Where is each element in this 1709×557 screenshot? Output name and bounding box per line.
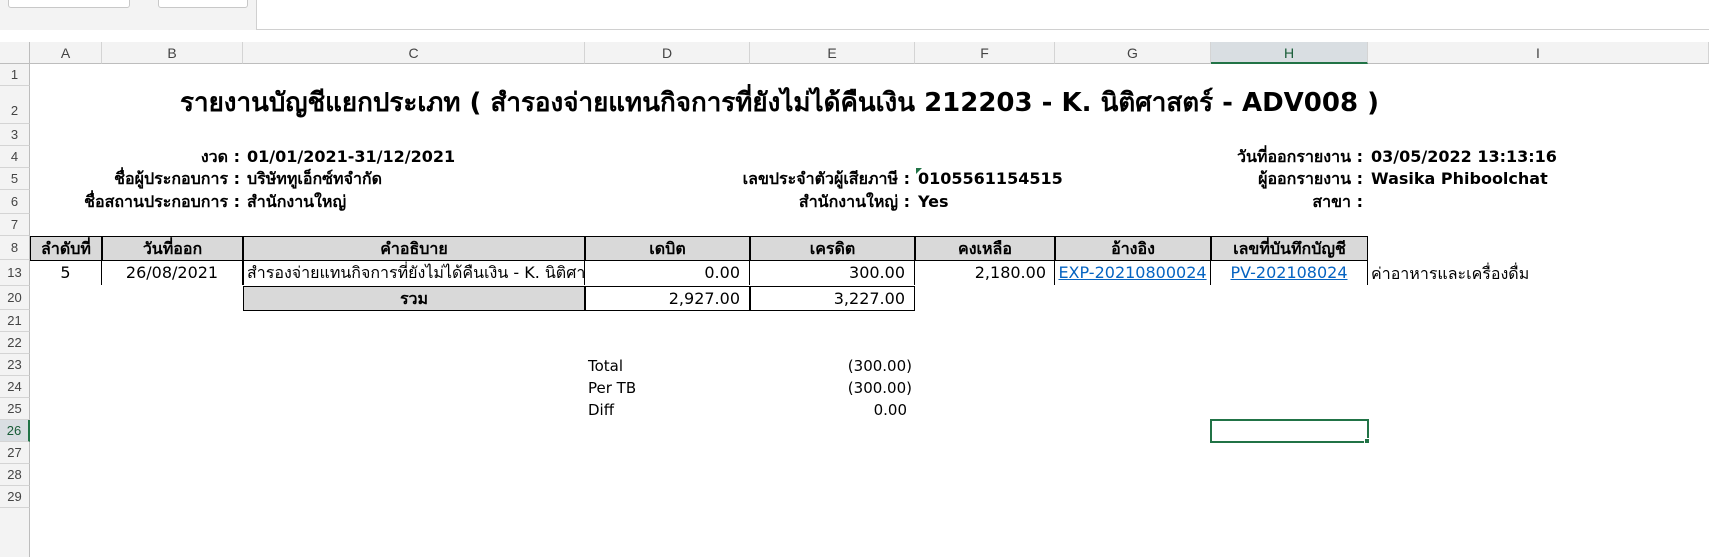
period-label: งวด :	[200, 147, 240, 166]
table-header-credit: เครดิต	[750, 236, 915, 261]
table-header-date: วันที่ออก	[102, 236, 243, 261]
row-header-22[interactable]: 22	[0, 332, 30, 354]
table-header-no: ลำดับที่	[30, 236, 102, 261]
row-header-5[interactable]: 5	[0, 168, 30, 190]
check-total-label: Total	[588, 357, 624, 375]
row-header-3[interactable]: 3	[0, 124, 30, 146]
row-description[interactable]: สำรองจ่ายแทนกิจการที่ยังไม่ได้คืนเงิน - …	[243, 261, 585, 285]
total-debit[interactable]: 2,927.00	[585, 286, 750, 311]
hq-label: สำนักงานใหญ่ :	[798, 192, 910, 211]
table-header-description: คำอธิบาย	[243, 236, 585, 261]
column-header-g[interactable]: G	[1055, 42, 1211, 64]
fx-box[interactable]	[158, 0, 248, 8]
row-header-28[interactable]: 28	[0, 464, 30, 486]
branch-value: สำนักงานใหญ่	[247, 192, 347, 211]
table-header-balance: คงเหลือ	[915, 236, 1055, 261]
report-title: รายงานบัญชีแยกประเภท ( สำรองจ่ายแทนกิจกา…	[180, 88, 1379, 118]
taxid-value: 0105561154515	[918, 169, 1063, 188]
row-header-1[interactable]: 1	[0, 64, 30, 86]
column-header-e[interactable]: E	[750, 42, 915, 64]
table-header-reference: อ้างอิง	[1055, 236, 1211, 261]
fill-handle[interactable]	[1364, 438, 1370, 444]
row-header-4[interactable]: 4	[0, 146, 30, 168]
column-header-d[interactable]: D	[585, 42, 750, 64]
check-pertb-label: Per TB	[588, 379, 637, 397]
check-diff-value[interactable]: 0.00	[750, 399, 907, 421]
row-no[interactable]: 5	[30, 261, 102, 285]
row-credit[interactable]: 300.00	[750, 261, 915, 285]
column-header-c[interactable]: C	[243, 42, 585, 64]
check-pertb-value[interactable]: (300.00)	[750, 377, 912, 399]
column-header-a[interactable]: A	[30, 42, 102, 64]
row-header-21[interactable]: 21	[0, 310, 30, 332]
issue-date-label: วันที่ออกรายงาน :	[1236, 147, 1363, 166]
error-indicator-icon	[916, 168, 922, 174]
row-header-23[interactable]: 23	[0, 354, 30, 376]
taxid-label: เลขประจำตัวผู้เสียภาษี :	[742, 169, 910, 188]
company-label: ชื่อผู้ประกอบการ :	[114, 169, 240, 188]
subbranch-label: สาขา :	[1312, 192, 1363, 211]
row-header-8[interactable]: 8	[0, 236, 30, 260]
company-value: บริษัททูเอ็กซ์ทจำกัด	[247, 169, 382, 188]
active-cell-selection[interactable]	[1210, 419, 1369, 443]
row-header-26[interactable]: 26	[0, 420, 30, 442]
row-note[interactable]: ค่าอาหารและเครื่องดื่ม	[1371, 262, 1529, 286]
table-row: 5 26/08/2021 สำรองจ่ายแทนกิจการที่ยังไม่…	[30, 260, 1368, 286]
issuer-label: ผู้ออกรายงาน :	[1258, 169, 1363, 188]
row-header-20[interactable]: 20	[0, 286, 30, 310]
name-box[interactable]	[8, 0, 130, 8]
row-header-7[interactable]: 7	[0, 214, 30, 236]
column-header-b[interactable]: B	[102, 42, 243, 64]
issuer-value: Wasika Phiboolchat	[1371, 169, 1548, 188]
column-header-h[interactable]: H	[1211, 42, 1368, 64]
period-value: 01/01/2021-31/12/2021	[247, 147, 456, 166]
row-date[interactable]: 26/08/2021	[102, 261, 243, 285]
table-header-debit: เดบิต	[585, 236, 750, 261]
branch-label: ชื่อสถานประกอบการ :	[84, 192, 240, 211]
total-label: รวม	[243, 286, 585, 311]
row-header-25[interactable]: 25	[0, 398, 30, 420]
row-header-24[interactable]: 24	[0, 376, 30, 398]
row-debit[interactable]: 0.00	[585, 261, 750, 285]
row-header-27[interactable]: 27	[0, 442, 30, 464]
row-header-2[interactable]: 2	[0, 86, 30, 124]
total-credit[interactable]: 3,227.00	[750, 286, 915, 311]
issue-date-value: 03/05/2022 13:13:16	[1371, 147, 1557, 166]
row-header-29[interactable]: 29	[0, 486, 30, 508]
table-header-voucher: เลขที่บันทึกบัญชี	[1211, 236, 1368, 261]
row-reference-link[interactable]: EXP-20210800024	[1055, 261, 1211, 285]
row-header-empty	[0, 508, 30, 557]
formula-bar[interactable]	[256, 0, 1709, 30]
check-diff-label: Diff	[588, 401, 615, 419]
row-header-6[interactable]: 6	[0, 190, 30, 214]
row-balance[interactable]: 2,180.00	[915, 261, 1055, 285]
select-all-corner[interactable]	[0, 42, 30, 64]
hq-value: Yes	[918, 192, 949, 211]
row-header-13[interactable]: 13	[0, 260, 30, 286]
check-total-value[interactable]: (300.00)	[750, 355, 912, 377]
column-header-i[interactable]: I	[1368, 42, 1709, 64]
column-header-f[interactable]: F	[915, 42, 1055, 64]
row-voucher-link[interactable]: PV-202108024	[1211, 261, 1368, 285]
